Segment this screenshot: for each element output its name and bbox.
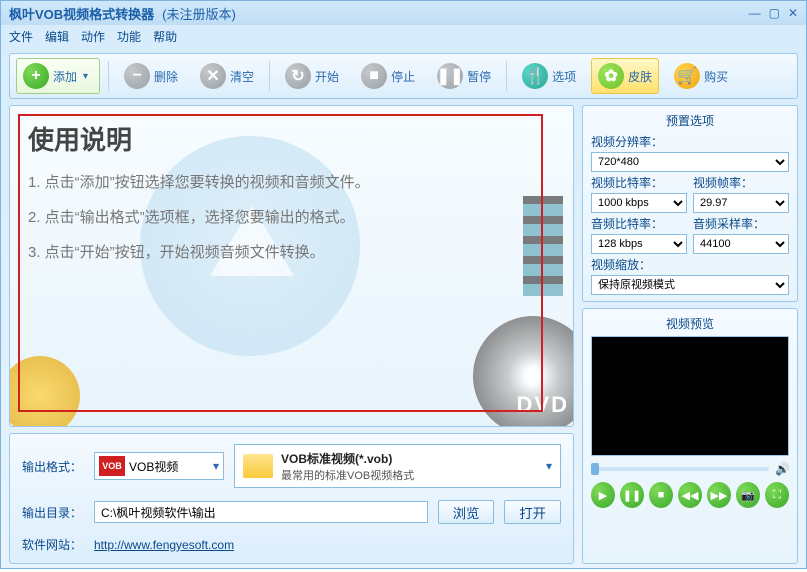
options-label: 选项 <box>552 68 576 85</box>
options-button[interactable]: 🍴 选项 <box>515 58 583 94</box>
vbitrate-label: 视频比特率： <box>591 174 687 191</box>
fps-label: 视频帧率： <box>693 174 789 191</box>
browse-button[interactable]: 浏览 <box>438 500 495 524</box>
asample-select[interactable]: 44100 <box>693 234 789 254</box>
divider <box>269 61 270 91</box>
menu-func[interactable]: 功能 <box>117 28 141 45</box>
clear-label: 清空 <box>230 68 254 85</box>
format-desc: 最常用的标准VOB视频格式 <box>281 467 414 483</box>
seek-slider[interactable] <box>591 467 769 471</box>
skin-label: 皮肤 <box>628 68 652 85</box>
resolution-select[interactable]: 720*480 <box>591 152 789 172</box>
skin-button[interactable]: ✿ 皮肤 <box>591 58 659 94</box>
preset-title: 预置选项 <box>591 112 789 129</box>
minimize-icon[interactable]: ― <box>749 6 761 20</box>
pause-icon: ❚❚ <box>437 63 463 89</box>
titlebar: 枫叶VOB视频格式转换器 (未注册版本) ― ▢ ✕ <box>1 1 806 25</box>
dvd-label: DVD <box>517 392 569 418</box>
app-window: 枫叶VOB视频格式转换器 (未注册版本) ― ▢ ✕ 文件 编辑 动作 功能 帮… <box>0 0 807 569</box>
stop-label: 停止 <box>391 68 415 85</box>
resolution-label: 视频分辨率： <box>591 133 789 150</box>
prev-button[interactable]: ◀◀ <box>678 482 702 508</box>
folder-icon <box>243 454 273 478</box>
preset-panel: 预置选项 视频分辨率： 720*480 视频比特率： 1000 kbps 视频帧… <box>582 105 798 302</box>
chevron-down-icon: ▾ <box>546 459 552 473</box>
next-button[interactable]: ▶▶ <box>707 482 731 508</box>
minus-icon: − <box>124 63 150 89</box>
toolbar: + 添加 ▾ − 删除 ✕ 清空 ↻ 开始 ■ 停止 ❚❚ 暂停 🍴 选项 <box>9 53 798 99</box>
vob-badge-icon: VOB <box>99 456 125 476</box>
clear-button[interactable]: ✕ 清空 <box>193 58 261 94</box>
instructions-heading: 使用说明 <box>28 120 555 157</box>
stop-icon: ■ <box>361 63 387 89</box>
stop-preview-button[interactable]: ■ <box>649 482 673 508</box>
preview-title: 视频预览 <box>591 315 789 332</box>
pause-preview-button[interactable]: ❚❚ <box>620 482 644 508</box>
add-label: 添加 <box>53 68 77 85</box>
asample-label: 音频采样率： <box>693 215 789 232</box>
delete-button[interactable]: − 删除 <box>117 58 185 94</box>
cart-icon: 🛒 <box>674 63 700 89</box>
format-title: VOB标准视频(*.vob) <box>281 450 414 467</box>
plus-icon: + <box>23 63 49 89</box>
abitrate-label: 音频比特率： <box>591 215 687 232</box>
app-title: 枫叶VOB视频格式转换器 <box>9 4 154 23</box>
app-subtitle: (未注册版本) <box>162 4 236 23</box>
menu-action[interactable]: 动作 <box>81 28 105 45</box>
output-dir-label: 输出目录： <box>22 504 84 521</box>
play-button[interactable]: ▶ <box>591 482 615 508</box>
instruction-step-1: 1. 点击“添加”按钮选择您要转换的视频和音频文件。 <box>28 171 555 192</box>
menu-file[interactable]: 文件 <box>9 28 33 45</box>
output-format-value: VOB视频 <box>129 458 178 475</box>
preview-panel: 视频预览 🔊 ▶ ❚❚ ■ ◀◀ ▶▶ 📷 ⛶ <box>582 308 798 564</box>
divider <box>108 61 109 91</box>
video-preview <box>591 336 789 456</box>
site-link[interactable]: http://www.fengyesoft.com <box>94 538 234 552</box>
chevron-down-icon: ▾ <box>209 459 223 473</box>
site-label: 软件网站： <box>22 536 84 553</box>
menu-edit[interactable]: 编辑 <box>45 28 69 45</box>
output-panel: 输出格式： VOB VOB视频 ▾ VOB标准视频(*.vob) 最常用的标准V… <box>9 433 574 564</box>
buy-button[interactable]: 🛒 购买 <box>667 58 735 94</box>
output-dir-input[interactable] <box>94 501 428 523</box>
options-icon: 🍴 <box>522 63 548 89</box>
output-format-label: 输出格式： <box>22 458 84 475</box>
fullscreen-button[interactable]: ⛶ <box>765 482 789 508</box>
instructions-panel: DVD 使用说明 1. 点击“添加”按钮选择您要转换的视频和音频文件。 2. 点… <box>9 105 574 427</box>
clear-icon: ✕ <box>200 63 226 89</box>
menubar: 文件 编辑 动作 功能 帮助 <box>1 25 806 47</box>
vbitrate-select[interactable]: 1000 kbps <box>591 193 687 213</box>
delete-label: 删除 <box>154 68 178 85</box>
stop-button[interactable]: ■ 停止 <box>354 58 422 94</box>
output-format-combo[interactable]: VOB VOB视频 ▾ <box>94 452 224 480</box>
add-button[interactable]: + 添加 ▾ <box>16 58 100 94</box>
start-label: 开始 <box>315 68 339 85</box>
snapshot-button[interactable]: 📷 <box>736 482 760 508</box>
gear-icon <box>9 356 80 427</box>
pause-label: 暂停 <box>467 68 491 85</box>
scale-label: 视频缩放： <box>591 256 789 273</box>
pause-button[interactable]: ❚❚ 暂停 <box>430 58 498 94</box>
volume-icon[interactable]: 🔊 <box>775 462 789 476</box>
play-controls: ▶ ❚❚ ■ ◀◀ ▶▶ 📷 ⛶ <box>591 482 789 508</box>
buy-label: 购买 <box>704 68 728 85</box>
start-button[interactable]: ↻ 开始 <box>278 58 346 94</box>
close-icon[interactable]: ✕ <box>788 6 798 20</box>
instruction-step-3: 3. 点击“开始”按钮，开始视频音频文件转换。 <box>28 241 555 262</box>
menu-help[interactable]: 帮助 <box>153 28 177 45</box>
format-description-combo[interactable]: VOB标准视频(*.vob) 最常用的标准VOB视频格式 ▾ <box>234 444 561 488</box>
fps-select[interactable]: 29.97 <box>693 193 789 213</box>
open-button[interactable]: 打开 <box>504 500 561 524</box>
abitrate-select[interactable]: 128 kbps <box>591 234 687 254</box>
skin-icon: ✿ <box>598 63 624 89</box>
scale-select[interactable]: 保持原视频模式 <box>591 275 789 295</box>
divider <box>506 61 507 91</box>
add-dropdown-icon[interactable]: ▾ <box>83 71 93 82</box>
maximize-icon[interactable]: ▢ <box>769 6 780 20</box>
start-icon: ↻ <box>285 63 311 89</box>
instruction-step-2: 2. 点击“输出格式”选项框，选择您要输出的格式。 <box>28 206 555 227</box>
